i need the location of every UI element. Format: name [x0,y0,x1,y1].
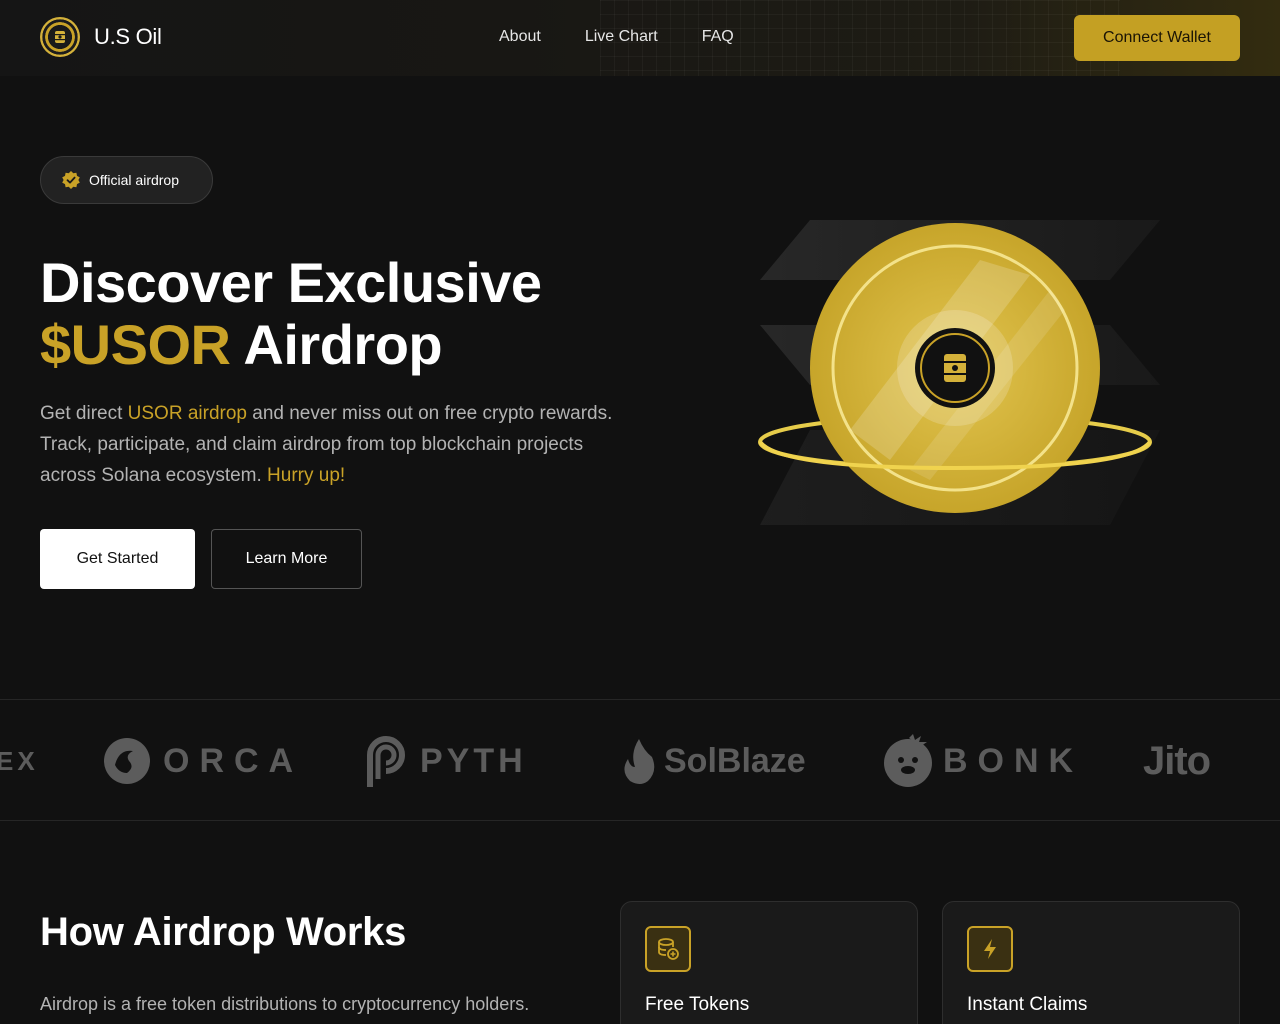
oil-barrel-seal-icon [40,17,80,57]
partner-logo-bonk: BONK [883,700,1084,820]
partner-logo-solblaze: SolBlaze [622,700,806,820]
flame-icon [624,739,655,784]
get-started-button[interactable]: Get Started [40,529,195,589]
how-section-title: How Airdrop Works [40,910,407,954]
partner-name: SolBlaze [664,741,806,780]
hero-title-token: $USOR [40,313,231,376]
orca-icon [104,738,150,784]
dog-face-icon [884,734,932,787]
brand-name: U.S Oil [94,24,162,49]
feature-title: Free Tokens [645,994,750,1015]
partner-name: Jito [1143,738,1211,783]
hero-desc-part1: Get direct [40,403,128,424]
official-airdrop-badge: Official airdrop [40,156,213,204]
connect-wallet-button[interactable]: Connect Wallet [1074,15,1240,61]
page: U.S Oil About Live Chart FAQ Connect Wal… [0,0,1280,1024]
feature-card-free-tokens[interactable]: Free Tokens [620,901,918,1024]
hero-desc-highlight2: Hurry up! [267,465,346,486]
nav-faq[interactable]: FAQ [702,28,734,46]
hero-title: Discover Exclusive $USOR Airdrop [40,252,660,376]
partner-name: EX [0,745,39,776]
partner-logo-orca: ORCA [103,700,304,820]
verified-check-icon [62,171,80,189]
partner-name: PYTH [420,741,527,780]
hero-description: Get direct USOR airdrop and never miss o… [40,398,640,491]
feature-card-instant-claims[interactable]: Instant Claims [942,901,1240,1024]
hero-title-line1: Discover Exclusive [40,251,542,314]
partner-name: ORCA [163,741,304,780]
lightning-bolt-icon [967,926,1013,972]
gold-coin-illustration [758,220,1160,525]
feature-title: Instant Claims [967,994,1088,1015]
partner-logo-ex: EX [0,700,39,820]
badge-label: Official airdrop [89,172,180,188]
nav-live-chart[interactable]: Live Chart [585,28,658,46]
main-nav: About Live Chart FAQ [499,28,778,46]
hero-desc-highlight1: USOR airdrop [127,403,247,424]
nav-about[interactable]: About [499,28,541,46]
partner-name: BONK [943,741,1084,780]
partner-logo-jito: Jito [1143,700,1211,820]
coins-stack-icon [645,926,691,972]
hero-title-rest: Airdrop [230,313,443,376]
how-section-description: Airdrop is a free token distributions to… [40,994,530,1014]
learn-more-button[interactable]: Learn More [211,529,362,589]
brand-logo[interactable]: U.S Oil [40,17,162,57]
partner-logo-pyth: PYTH [362,700,527,820]
site-header: U.S Oil About Live Chart FAQ Connect Wal… [0,0,1280,76]
partners-strip: EX ORCA PYTH SolBlaze BONK Jito [0,699,1280,821]
pyth-icon [367,736,405,787]
